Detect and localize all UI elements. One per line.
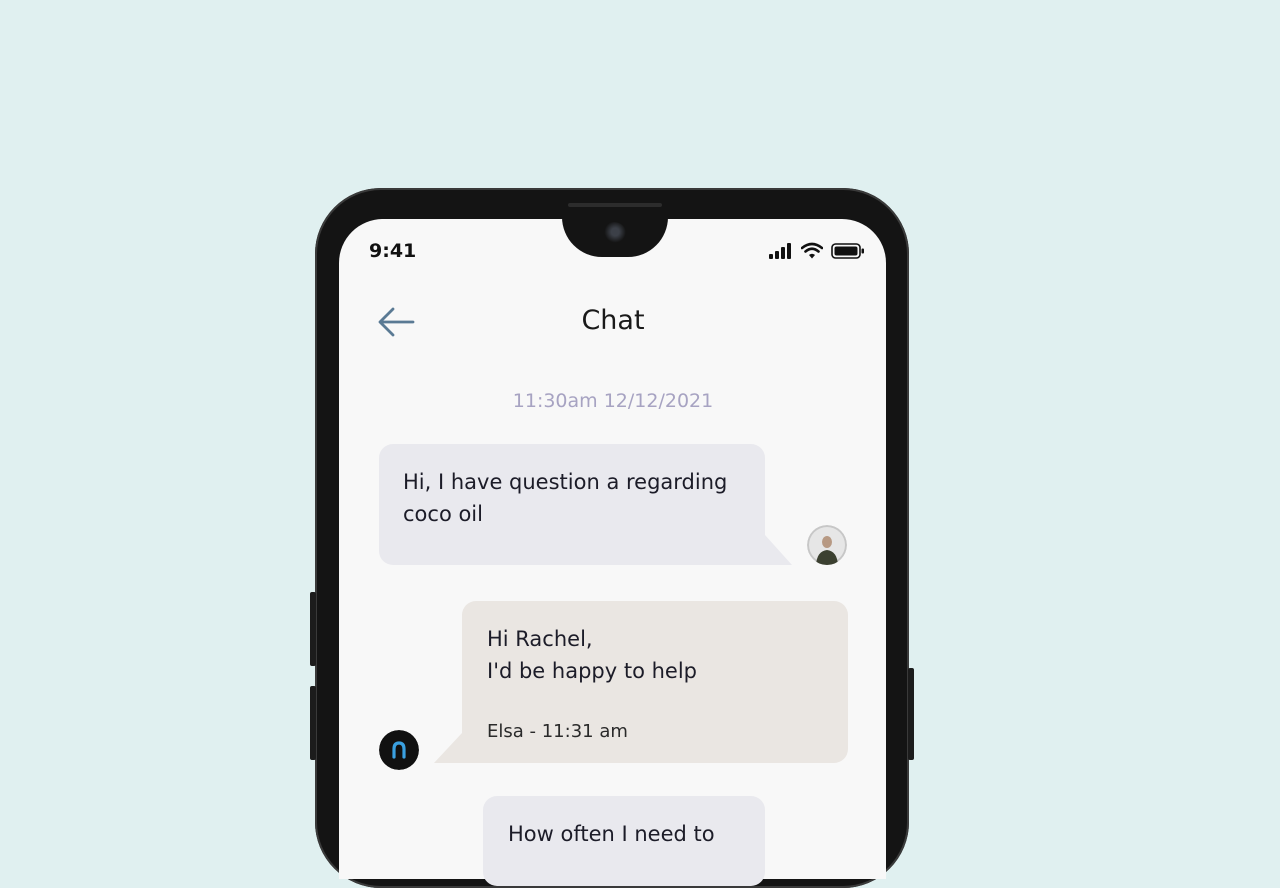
phone-volume-up-button [310, 592, 316, 666]
battery-icon [831, 243, 864, 259]
bubble-tail [434, 733, 466, 763]
outgoing-message-bubble: Hi Rachel, I'd be happy to help Elsa - 1… [462, 601, 848, 763]
user-photo-avatar[interactable] [807, 525, 847, 565]
brand-logo-avatar[interactable] [379, 730, 419, 770]
incoming-message-bubble: Hi, I have question a regarding coco oil [379, 444, 765, 565]
arrow-left-icon [378, 307, 415, 337]
phone-volume-down-button [310, 686, 316, 760]
bubble-tail [760, 535, 792, 565]
front-camera [602, 222, 626, 244]
message-text: How often I need to [508, 822, 715, 846]
status-time: 9:41 [369, 240, 417, 262]
phone-power-button [908, 668, 914, 760]
message-line: Hi Rachel, [487, 627, 593, 651]
phone-speaker [568, 203, 662, 207]
message-sender-time: Elsa - 11:31 am [487, 721, 628, 742]
message-text: Hi, I have question a regarding coco oil [403, 470, 728, 526]
message-line: I'd be happy to help [487, 659, 697, 683]
cellular-signal-icon [769, 243, 791, 259]
back-button[interactable] [375, 303, 419, 341]
wifi-icon [801, 242, 823, 259]
conversation-timestamp: 11:30am 12/12/2021 [512, 390, 714, 412]
incoming-message-bubble: How often I need to [483, 796, 765, 886]
page-title: Chat [581, 305, 645, 336]
